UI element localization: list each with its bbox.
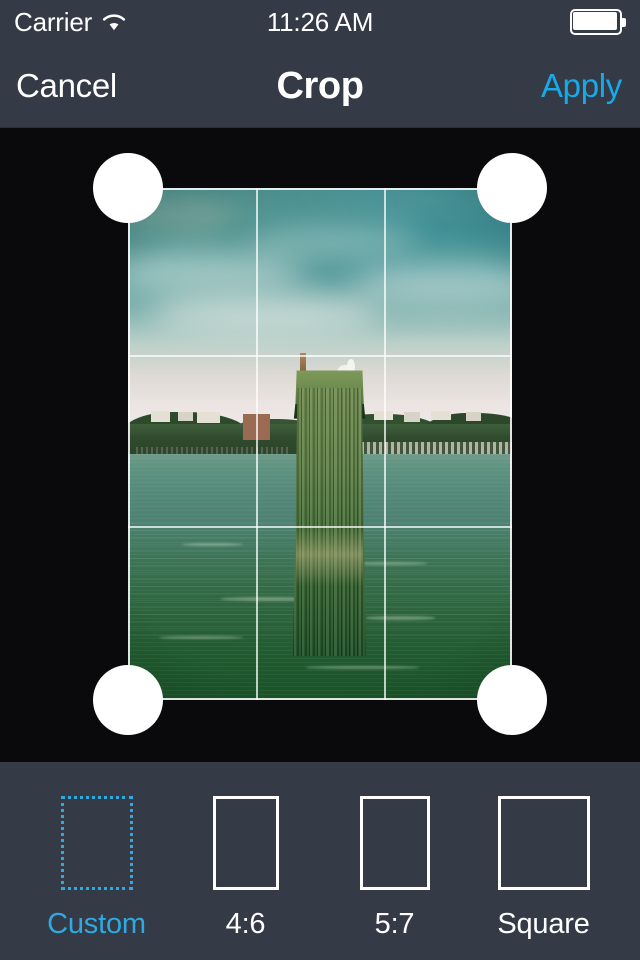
- cancel-button[interactable]: Cancel: [16, 44, 117, 128]
- aspect-ratio-option-4-6[interactable]: 4:6: [182, 796, 310, 939]
- crop-handle-top-left[interactable]: [93, 153, 163, 223]
- aspect-ratio-box-custom: [60, 796, 133, 890]
- status-bar-right: [570, 0, 626, 44]
- aspect-ratio-label-4-6: 4:6: [225, 908, 266, 940]
- aspect-ratio-option-custom[interactable]: Custom: [33, 796, 161, 939]
- aspect-ratio-option-5-7[interactable]: 5:7: [331, 796, 459, 939]
- aspect-ratio-box-4-6: [212, 796, 279, 890]
- apply-button[interactable]: Apply: [541, 44, 622, 128]
- aspect-ratio-box-5-7: [359, 796, 430, 890]
- battery-full-icon: [570, 9, 626, 35]
- aspect-ratio-option-square[interactable]: Square: [480, 796, 608, 939]
- crop-handle-bottom-left[interactable]: [93, 665, 163, 735]
- aspect-ratio-label-custom: Custom: [47, 908, 146, 940]
- photo-canvas[interactable]: [0, 129, 640, 762]
- photo-piling-cluster: [293, 352, 367, 657]
- navigation-bar: Crop Cancel Apply: [0, 44, 640, 128]
- aspect-ratio-list: Custom 4:6 5:7 Square: [0, 762, 640, 960]
- status-bar: Carrier 11:26 AM: [0, 0, 640, 44]
- aspect-ratio-box-square: [497, 796, 590, 890]
- photo-image: [128, 188, 512, 700]
- crop-screen: Carrier 11:26 AM Crop Cancel Apply Custo…: [0, 0, 640, 960]
- crop-handle-bottom-right[interactable]: [477, 665, 547, 735]
- crop-handle-top-right[interactable]: [477, 153, 547, 223]
- aspect-ratio-label-square: Square: [497, 908, 590, 940]
- aspect-ratio-toolbar: Custom 4:6 5:7 Square: [0, 762, 640, 960]
- photo-preview: [128, 188, 512, 700]
- status-bar-time: 11:26 AM: [266, 6, 374, 37]
- aspect-ratio-label-5-7: 5:7: [374, 908, 415, 940]
